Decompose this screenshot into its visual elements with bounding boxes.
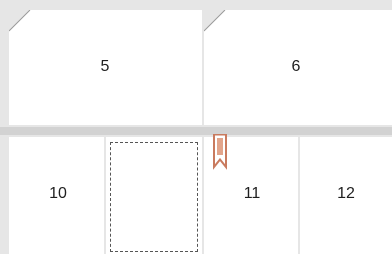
- row-separator: [0, 127, 392, 135]
- page-number-label: 11: [243, 185, 261, 202]
- bookmark-icon[interactable]: [212, 134, 228, 170]
- page-thumbnail-12[interactable]: 12: [300, 137, 392, 254]
- page-thumbnail-grid: 5 6 10 11 12: [0, 0, 392, 254]
- page-insert-placeholder-thumb[interactable]: [106, 137, 202, 254]
- page-number-label: 12: [337, 185, 355, 202]
- page-fold-corner-icon: [9, 10, 31, 32]
- page-thumbnail-6[interactable]: 6: [204, 10, 392, 125]
- page-thumbnail-10[interactable]: 10: [9, 137, 104, 254]
- page-number-label: 10: [49, 185, 67, 202]
- page-thumbnail-5[interactable]: 5: [9, 10, 202, 125]
- page-number-label: 6: [291, 58, 301, 75]
- insert-page-slot[interactable]: [110, 142, 198, 252]
- page-fold-corner-icon: [204, 10, 226, 32]
- page-number-label: 5: [100, 58, 110, 75]
